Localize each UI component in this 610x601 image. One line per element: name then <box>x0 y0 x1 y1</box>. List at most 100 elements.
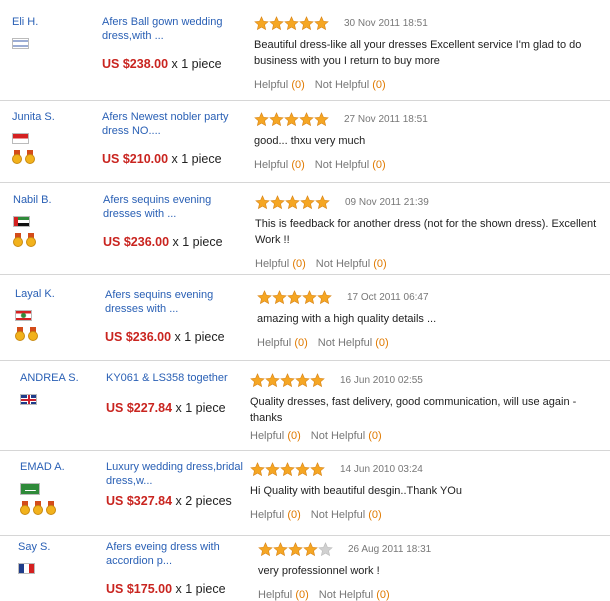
product-link[interactable]: Luxury wedding dress,bridal dress,w... <box>106 460 246 488</box>
reviewer-name[interactable]: Nabil B. <box>13 194 52 206</box>
rating-stars <box>255 195 330 210</box>
review-date: 27 Nov 2011 18:51 <box>344 114 428 125</box>
price-line: US $227.84 x 1 piece <box>106 401 246 416</box>
rating-stars <box>250 462 325 477</box>
medal-icon <box>20 501 30 515</box>
star-filled-icon <box>257 290 272 305</box>
review-row: Junita S. Afers Newest nobler party dres… <box>0 100 610 183</box>
review-date: 30 Nov 2011 18:51 <box>344 18 428 29</box>
star-filled-icon <box>269 16 284 31</box>
star-filled-icon <box>300 195 315 210</box>
uae-flag-icon <box>13 216 30 227</box>
price: US $236.00 <box>105 330 172 344</box>
review-row: Say S. Afers eveing dress with accordion… <box>0 535 610 601</box>
seller-medals <box>15 327 55 341</box>
star-filled-icon <box>272 290 287 305</box>
helpful-button[interactable]: Helpful (0) <box>250 430 301 442</box>
star-filled-icon <box>295 373 310 388</box>
not-helpful-button[interactable]: Not Helpful (0) <box>315 79 386 91</box>
star-filled-icon <box>258 542 273 557</box>
price: US $238.00 <box>102 57 169 71</box>
medal-icon <box>33 501 43 515</box>
rating-stars <box>250 373 325 388</box>
price-line: US $210.00 x 1 piece <box>102 152 242 167</box>
price-line: US $236.00 x 1 piece <box>103 235 243 250</box>
quantity: x 1 piece <box>175 401 226 415</box>
rating-stars <box>254 112 329 127</box>
not-helpful-button[interactable]: Not Helpful (0) <box>311 430 382 442</box>
review-comment: Beautiful dress-like all your dresses Ex… <box>254 39 582 67</box>
reviewer-name[interactable]: Say S. <box>18 541 50 553</box>
helpful-button[interactable]: Helpful (0) <box>257 337 308 349</box>
price-line: US $175.00 x 1 piece <box>106 582 246 597</box>
star-filled-icon <box>288 542 303 557</box>
helpful-button[interactable]: Helpful (0) <box>258 589 309 601</box>
not-helpful-button[interactable]: Not Helpful (0) <box>316 258 387 270</box>
review-row: EMAD A. Luxury wedding dress,bridal dres… <box>0 450 610 536</box>
product-link[interactable]: KY061 & LS358 together <box>106 371 246 385</box>
reviewer-name[interactable]: Eli H. <box>12 16 38 28</box>
star-filled-icon <box>299 16 314 31</box>
quantity: x 2 pieces <box>175 494 232 508</box>
star-filled-icon <box>273 542 288 557</box>
price-line: US $236.00 x 1 piece <box>105 330 245 345</box>
price-line: US $327.84 x 2 pieces <box>106 494 246 509</box>
review-row: ANDREA S. KY061 & LS358 together US $227… <box>0 360 610 451</box>
star-filled-icon <box>284 112 299 127</box>
medal-icon <box>28 327 38 341</box>
product-link[interactable]: Afers sequins evening dresses with ... <box>105 288 245 316</box>
helpful-button[interactable]: Helpful (0) <box>255 258 306 270</box>
medal-icon <box>13 233 23 247</box>
star-filled-icon <box>303 542 318 557</box>
price: US $327.84 <box>106 494 173 508</box>
star-filled-icon <box>295 462 310 477</box>
review-date: 17 Oct 2011 06:47 <box>347 292 429 303</box>
reviewer-name[interactable]: Junita S. <box>12 111 55 123</box>
price: US $227.84 <box>106 401 173 415</box>
rating-stars <box>257 290 332 305</box>
review-date: 09 Nov 2011 21:39 <box>345 197 429 208</box>
star-filled-icon <box>310 373 325 388</box>
star-filled-icon <box>285 195 300 210</box>
review-date: 26 Aug 2011 18:31 <box>348 544 432 555</box>
product-link[interactable]: Afers eveing dress with accordion p... <box>106 540 246 568</box>
medal-icon <box>26 233 36 247</box>
rating-stars <box>254 16 329 31</box>
product-link[interactable]: Afers sequins evening dresses with ... <box>103 193 243 221</box>
france-flag-icon <box>18 563 35 574</box>
star-filled-icon <box>250 462 265 477</box>
review-date: 14 Jun 2010 03:24 <box>340 464 423 475</box>
product-link[interactable]: Afers Ball gown wedding dress,with ... <box>102 15 242 43</box>
review-comment: very professionnel work ! <box>258 565 380 577</box>
not-helpful-button[interactable]: Not Helpful (0) <box>318 337 389 349</box>
medal-icon <box>12 150 22 164</box>
star-filled-icon <box>280 373 295 388</box>
seller-medals <box>12 150 55 164</box>
helpful-button[interactable]: Helpful (0) <box>254 79 305 91</box>
reviewer-name[interactable]: EMAD A. <box>20 461 65 473</box>
review-row: Layal K. Afers sequins evening dresses w… <box>0 274 610 361</box>
star-filled-icon <box>269 112 284 127</box>
quantity: x 1 piece <box>175 582 226 596</box>
reviewer-name[interactable]: ANDREA S. <box>20 372 79 384</box>
medal-icon <box>25 150 35 164</box>
star-filled-icon <box>317 290 332 305</box>
star-filled-icon <box>250 373 265 388</box>
helpful-button[interactable]: Helpful (0) <box>250 509 301 521</box>
not-helpful-button[interactable]: Not Helpful (0) <box>311 509 382 521</box>
saudi-arabia-flag-icon <box>20 483 40 495</box>
israel-flag-icon <box>12 38 29 49</box>
not-helpful-button[interactable]: Not Helpful (0) <box>319 589 390 601</box>
product-link[interactable]: Afers Newest nobler party dress NO.... <box>102 110 242 138</box>
review-row: Nabil B. Afers sequins evening dresses w… <box>0 182 610 275</box>
star-filled-icon <box>280 462 295 477</box>
price-line: US $238.00 x 1 piece <box>102 57 242 72</box>
star-filled-icon <box>270 195 285 210</box>
star-filled-icon <box>302 290 317 305</box>
star-filled-icon <box>314 16 329 31</box>
reviewer-name[interactable]: Layal K. <box>15 288 55 300</box>
uk-flag-icon <box>20 394 37 405</box>
not-helpful-button[interactable]: Not Helpful (0) <box>315 159 386 171</box>
star-empty-icon <box>318 542 333 557</box>
helpful-button[interactable]: Helpful (0) <box>254 159 305 171</box>
